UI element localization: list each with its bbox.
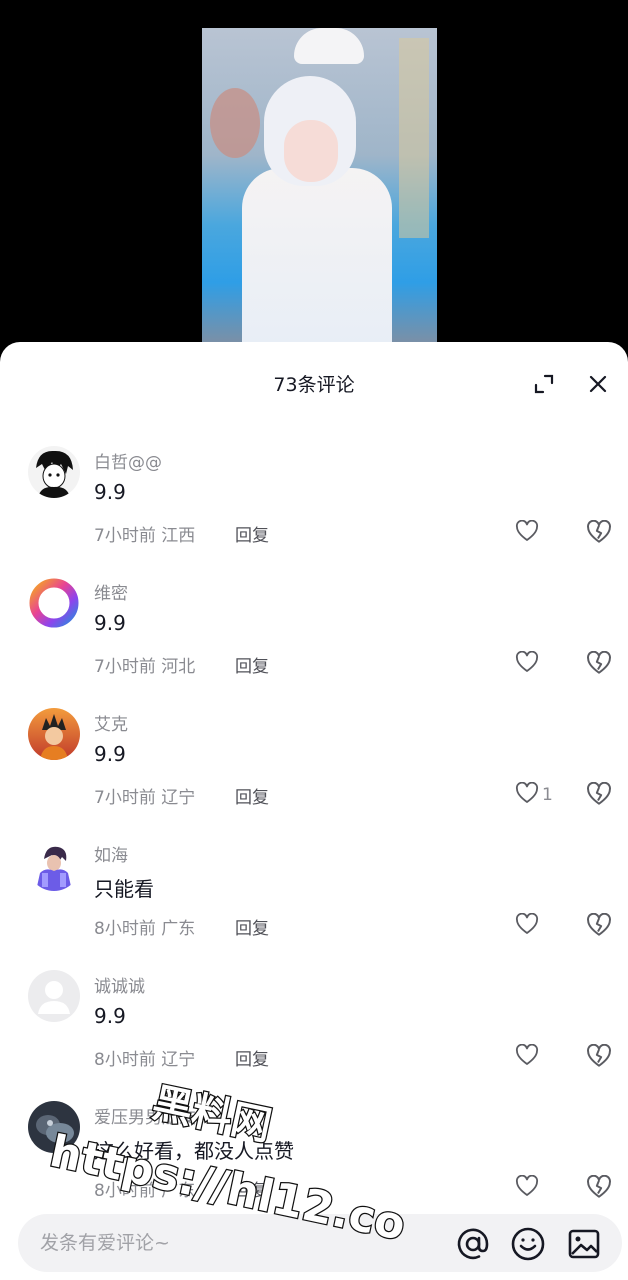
comment-meta: 8小时前 辽宁 [94,1045,195,1070]
broken-heart-icon[interactable] [586,1174,612,1201]
heart-outline-icon [515,912,539,939]
comment-text: 只能看 [94,877,154,901]
comment-region: 广东 [161,1181,196,1201]
comment-author[interactable]: 艾克 [94,710,128,735]
comment-item: 白哲@@ 9.9 7小时前 江西 回复 [0,446,628,577]
comment-author[interactable]: 诚诚诚 [94,972,145,997]
comment-item: 艾克 9.9 7小时前 辽宁 回复 1 [0,708,628,839]
like-button[interactable] [515,1174,542,1201]
comment-meta: 7小时前 辽宁 [94,783,195,808]
thumbnail-window-decor [399,38,429,238]
reply-button[interactable]: 回复 [235,521,269,546]
comment-time: 8小时前 [94,1050,156,1070]
thumbnail-plant-decor [210,88,260,158]
image-picture-icon[interactable] [566,1226,602,1262]
like-count: 1 [542,785,553,805]
comment-text: 9.9 [94,480,126,504]
comment-sheet-header: 73条评论 [0,342,628,424]
close-icon[interactable] [586,372,610,396]
comment-item: 诚诚诚 9.9 8小时前 辽宁 回复 [0,970,628,1101]
avatar[interactable] [28,1101,80,1153]
video-area[interactable] [0,0,628,360]
comment-region: 河北 [161,657,196,677]
comment-text: 9.9 [94,742,126,766]
broken-heart-icon[interactable] [586,650,612,677]
like-button[interactable] [515,912,542,939]
comment-text: 9.9 [94,1004,126,1028]
avatar[interactable] [28,577,80,629]
reply-button[interactable]: 回复 [235,914,269,939]
heart-outline-icon [515,781,539,808]
reply-button[interactable]: 回复 [235,1176,269,1201]
comment-input[interactable] [18,1214,438,1272]
reply-button[interactable]: 回复 [235,652,269,677]
comment-region: 辽宁 [161,1050,196,1070]
comment-author[interactable]: 如海 [94,841,128,866]
heart-outline-icon [515,650,539,677]
comment-time: 7小时前 [94,526,156,546]
comment-item: 如海 只能看 8小时前 广东 回复 [0,839,628,970]
avatar[interactable] [28,708,80,760]
smiley-face-icon[interactable] [510,1226,546,1262]
like-button[interactable] [515,519,542,546]
thumbnail-figure-face [284,120,338,182]
comment-text: 这么好看，都没人点赞 [94,1139,294,1163]
like-button[interactable] [515,650,542,677]
like-button[interactable]: 1 [515,781,553,808]
comment-meta: 7小时前 江西 [94,521,195,546]
comment-sheet: 73条评论 白哲@@ 9.9 7小时前 江西 回复 维密 9.9 7小时前 河北… [0,342,628,1280]
comment-time: 8小时前 [94,919,156,939]
comment-meta: 7小时前 河北 [94,652,195,677]
comment-author[interactable]: 爱压男男朋友 [94,1103,196,1128]
comment-text: 9.9 [94,611,126,635]
video-thumbnail[interactable] [202,28,437,346]
avatar[interactable] [28,839,80,891]
broken-heart-icon[interactable] [586,519,612,546]
reply-button[interactable]: 回复 [235,1045,269,1070]
reply-button[interactable]: 回复 [235,783,269,808]
comment-meta: 8小时前 广东 [94,914,195,939]
heart-outline-icon [515,1174,539,1201]
comment-input-bar [18,1214,622,1272]
thumbnail-bunny-ears [294,28,364,64]
at-sign-icon[interactable] [455,1226,491,1262]
comment-item: 爱压男男朋友 这么好看，都没人点赞 8小时前 广东 回复 [0,1101,628,1232]
avatar[interactable] [28,970,80,1022]
broken-heart-icon[interactable] [586,1043,612,1070]
comment-author[interactable]: 维密 [94,579,128,604]
thumbnail-figure-body [242,168,392,346]
avatar[interactable] [28,446,80,498]
comment-region: 辽宁 [161,788,196,808]
like-button[interactable] [515,1043,542,1070]
comment-meta: 8小时前 广东 [94,1176,195,1201]
comment-author[interactable]: 白哲@@ [94,448,162,473]
broken-heart-icon[interactable] [586,781,612,808]
comment-time: 7小时前 [94,788,156,808]
broken-heart-icon[interactable] [586,912,612,939]
heart-outline-icon [515,1043,539,1070]
expand-icon[interactable] [532,372,556,396]
heart-outline-icon [515,519,539,546]
comment-region: 广东 [161,919,196,939]
comment-region: 江西 [161,526,196,546]
comment-item: 维密 9.9 7小时前 河北 回复 [0,577,628,708]
comment-time: 8小时前 [94,1181,156,1201]
comment-time: 7小时前 [94,657,156,677]
